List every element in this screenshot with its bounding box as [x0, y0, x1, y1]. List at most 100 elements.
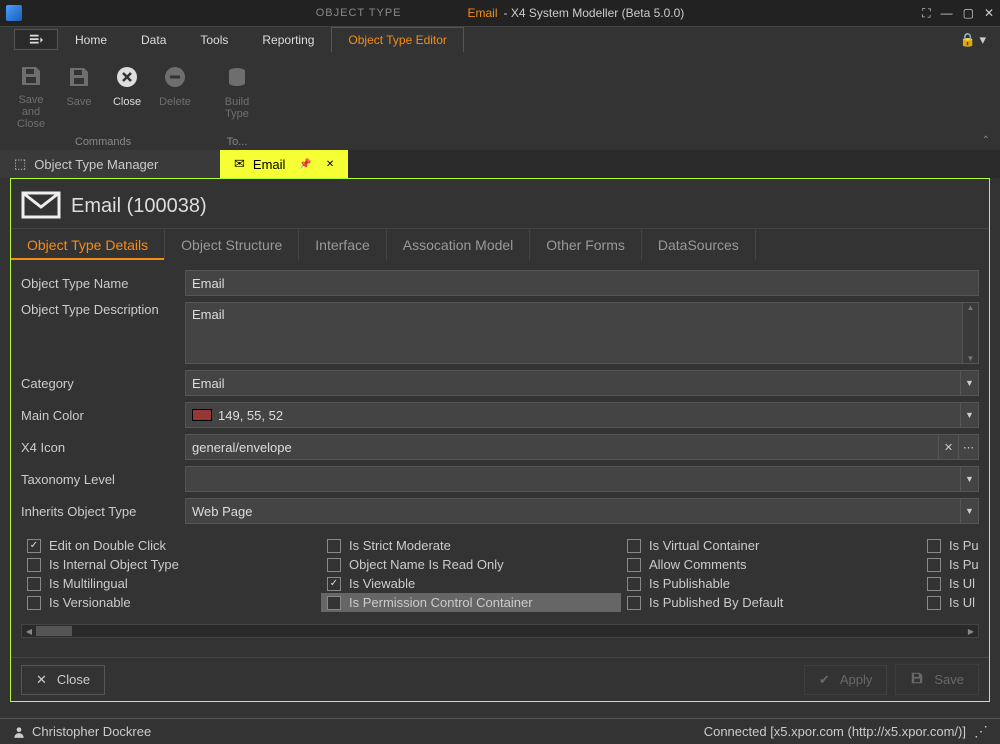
- tab-object-structure[interactable]: Object Structure: [165, 229, 299, 260]
- doc-tab-label: Email: [253, 157, 286, 172]
- color-input[interactable]: 149, 55, 52: [185, 402, 961, 428]
- tab-object-type-details[interactable]: Object Type Details: [11, 229, 165, 260]
- doc-tab-email[interactable]: ✉Email📌✕: [220, 150, 348, 178]
- scroll-right-icon[interactable]: ▶: [964, 625, 978, 637]
- tab-interface[interactable]: Interface: [299, 229, 386, 260]
- checkbox-is-permission-control-container[interactable]: Is Permission Control Container: [321, 593, 621, 612]
- tab-datasources[interactable]: DataSources: [642, 229, 756, 260]
- desc-label: Object Type Description: [21, 302, 185, 317]
- taxonomy-input[interactable]: [185, 466, 961, 492]
- checkbox-is-publishable[interactable]: Is Publishable: [621, 574, 921, 593]
- checkbox-box[interactable]: [27, 558, 41, 572]
- checkbox-is-pu[interactable]: Is Pu: [921, 536, 979, 555]
- document-tabs: ⬚Object Type Manager✉Email📌✕: [0, 150, 1000, 178]
- ribbon-delete-button[interactable]: Delete: [152, 56, 198, 126]
- apply-button[interactable]: ✔ Apply: [804, 665, 887, 695]
- checkbox-box[interactable]: [27, 596, 41, 610]
- cube-icon: ⬚: [14, 156, 26, 172]
- category-label: Category: [21, 376, 185, 391]
- checkbox-box[interactable]: [927, 539, 941, 553]
- menu-item-tools[interactable]: Tools: [183, 27, 245, 52]
- menu-item-home[interactable]: Home: [58, 27, 124, 52]
- resize-grip-icon[interactable]: ⋰: [974, 723, 988, 740]
- close-tab-icon[interactable]: ✕: [326, 159, 334, 170]
- checkbox-is-strict-moderate[interactable]: Is Strict Moderate: [321, 536, 621, 555]
- checkbox-is-pu[interactable]: Is Pu: [921, 555, 979, 574]
- fullscreen-icon[interactable]: ⛶: [922, 6, 930, 21]
- checkbox-is-multilingual[interactable]: Is Multilingual: [21, 574, 321, 593]
- doc-tab-object-type-manager[interactable]: ⬚ Object Type Manager: [0, 150, 220, 178]
- category-dropdown-icon[interactable]: ▼: [961, 370, 979, 396]
- app-menu-button[interactable]: [14, 29, 58, 50]
- delete-icon: [162, 64, 188, 90]
- name-input[interactable]: [185, 270, 979, 296]
- ribbon-build-button[interactable]: BuildType: [214, 56, 260, 126]
- ribbon-save-button[interactable]: Save: [56, 56, 102, 126]
- tab-other-forms[interactable]: Other Forms: [530, 229, 642, 260]
- save-button[interactable]: Save: [895, 664, 979, 695]
- checkbox-is-versionable[interactable]: Is Versionable: [21, 593, 321, 612]
- inherits-dropdown-icon[interactable]: ▼: [961, 498, 979, 524]
- desc-input[interactable]: [185, 302, 963, 364]
- checkbox-label: Is Strict Moderate: [349, 538, 451, 553]
- status-connection: Connected [x5.xpor.com (http://x5.xpor.c…: [704, 724, 966, 739]
- close-button[interactable]: ✕ Close: [21, 665, 105, 695]
- title-type-label: OBJECT TYPE: [316, 7, 402, 21]
- close-window-icon[interactable]: ✕: [984, 6, 994, 20]
- checkbox-object-name-is-read-only[interactable]: Object Name Is Read Only: [321, 555, 621, 574]
- checkbox-box[interactable]: [27, 539, 41, 553]
- checkbox-box[interactable]: [27, 577, 41, 591]
- checkbox-label: Is Versionable: [49, 595, 131, 610]
- textarea-scrollbar[interactable]: ▲▼: [963, 302, 979, 364]
- clear-icon[interactable]: ✕: [939, 434, 959, 460]
- scroll-thumb[interactable]: [36, 626, 72, 636]
- taxonomy-dropdown-icon[interactable]: ▼: [961, 466, 979, 492]
- checkbox-box[interactable]: [327, 539, 341, 553]
- checkbox-allow-comments[interactable]: Allow Comments: [621, 555, 921, 574]
- inner-tabs: Object Type DetailsObject StructureInter…: [11, 228, 989, 260]
- checkbox-box[interactable]: [627, 577, 641, 591]
- ribbon-button-label: Close: [113, 96, 141, 108]
- checkbox-edit-on-double-click[interactable]: Edit on Double Click: [21, 536, 321, 555]
- maximize-icon[interactable]: ▢: [963, 6, 974, 20]
- horizontal-scrollbar[interactable]: ◀ ▶: [21, 624, 979, 638]
- ribbon-button-label: BuildType: [225, 96, 249, 120]
- checkbox-box[interactable]: [327, 577, 341, 591]
- checkbox-is-ul[interactable]: Is Ul: [921, 593, 979, 612]
- checkbox-box[interactable]: [927, 577, 941, 591]
- checkbox-box[interactable]: [327, 558, 341, 572]
- minimize-icon[interactable]: —: [941, 6, 953, 20]
- menu-item-reporting[interactable]: Reporting: [245, 27, 331, 52]
- main-menu: HomeDataToolsReportingObject Type Editor…: [0, 26, 1000, 52]
- tab-assocation-model[interactable]: Assocation Model: [387, 229, 531, 260]
- ribbon-collapse-icon[interactable]: ⌃: [972, 131, 1000, 150]
- checkbox-box[interactable]: [927, 558, 941, 572]
- ribbon-close-button[interactable]: Close: [104, 56, 150, 126]
- ribbon-group-label: To...: [227, 136, 248, 148]
- menu-item-data[interactable]: Data: [124, 27, 183, 52]
- category-input[interactable]: [185, 370, 961, 396]
- checkbox-box[interactable]: [627, 558, 641, 572]
- checkbox-box[interactable]: [927, 596, 941, 610]
- checkbox-is-ul[interactable]: Is Ul: [921, 574, 979, 593]
- name-label: Object Type Name: [21, 276, 185, 291]
- checkbox-is-viewable[interactable]: Is Viewable: [321, 574, 621, 593]
- checkbox-box[interactable]: [627, 596, 641, 610]
- checkbox-is-virtual-container[interactable]: Is Virtual Container: [621, 536, 921, 555]
- checkbox-is-internal-object-type[interactable]: Is Internal Object Type: [21, 555, 321, 574]
- menu-item-object-type-editor[interactable]: Object Type Editor: [331, 27, 464, 52]
- browse-icon[interactable]: ⋯: [959, 434, 979, 460]
- inherits-input[interactable]: [185, 498, 961, 524]
- pin-icon[interactable]: 📌: [299, 159, 311, 170]
- ribbon-save-and-button[interactable]: Save andClose: [8, 56, 54, 126]
- lock-icon[interactable]: 🔒 ▾: [946, 27, 1000, 52]
- app-icon: [6, 5, 22, 21]
- scroll-left-icon[interactable]: ◀: [22, 625, 36, 637]
- mail-icon: [21, 189, 61, 224]
- checkbox-box[interactable]: [327, 596, 341, 610]
- icon-input[interactable]: [185, 434, 939, 460]
- doc-tab-label: Object Type Manager: [34, 157, 158, 172]
- checkbox-is-published-by-default[interactable]: Is Published By Default: [621, 593, 921, 612]
- color-dropdown-icon[interactable]: ▼: [961, 402, 979, 428]
- checkbox-box[interactable]: [627, 539, 641, 553]
